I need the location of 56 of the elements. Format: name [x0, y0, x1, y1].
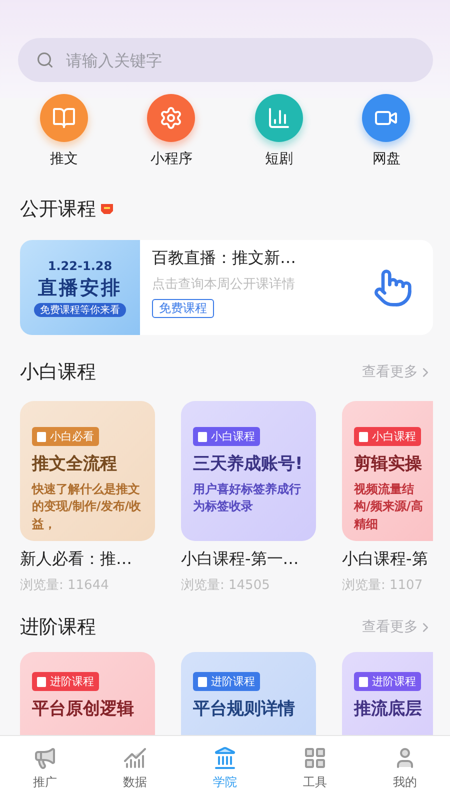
tab[interactable]: 工具: [270, 736, 360, 800]
course-description: 快速了解什么是推文的变现/制作/发布/收益，: [32, 481, 142, 533]
course-title: 小白课程-第一…: [181, 549, 300, 570]
free-tag: 免费课程: [152, 299, 214, 318]
view-count: 浏览量: 14505: [181, 577, 271, 594]
banner-note: 免费课程等你来看: [34, 302, 126, 316]
search-field[interactable]: 请输入关键字: [18, 38, 433, 82]
shortcut-button[interactable]: 网盘: [332, 94, 440, 168]
course-title: 新人必看：推…: [20, 549, 133, 570]
course-title: 百教直播：推文新…: [152, 248, 297, 269]
pointing-hand-icon: [373, 268, 413, 308]
view-count: 浏览量: 1107: [342, 577, 424, 594]
view-count: 浏览量: 11644: [20, 577, 110, 594]
course-tag: 进阶课程: [32, 672, 99, 691]
banner-dates: 1.22-1.28: [48, 258, 112, 272]
course-headline: 推流底层: [354, 698, 423, 720]
grid-icon: [303, 746, 327, 770]
course-card[interactable]: 小白必看 推文全流程 快速了解什么是推文的变现/制作/发布/收益，: [20, 401, 155, 541]
section-title: 公开课程: [20, 197, 96, 222]
course-tag: 小白必看: [32, 427, 99, 446]
course-subtitle: 点击查询本周公开课详情: [152, 276, 296, 293]
bar-chart-icon: [266, 106, 291, 130]
course-card[interactable]: 进阶课程 推流底层: [342, 652, 433, 735]
gear-icon: [159, 106, 184, 130]
course-card[interactable]: 小白课程 三天养成账号! 用户喜好标签养成行为标签收录: [181, 401, 316, 541]
course-card[interactable]: 进阶课程 平台规则详情: [181, 652, 316, 735]
section-title: 小白课程: [20, 360, 96, 385]
section-title: 进阶课程: [20, 615, 96, 640]
live-course-card[interactable]: 1.22-1.28 直播安排 免费课程等你来看 百教直播：推文新… 点击查询本周公开课详情 免费课程: [20, 240, 433, 335]
course-headline: 平台规则详情: [193, 698, 296, 720]
course-description: 用户喜好标签养成行为标签收录: [193, 481, 302, 516]
course-card[interactable]: 进阶课程 平台原创逻辑: [20, 652, 155, 735]
course-headline: 剪辑实操: [354, 453, 423, 475]
course-title: 小白课程-第: [342, 549, 429, 570]
course-tag: 小白课程: [354, 427, 421, 446]
course-tag: 进阶课程: [193, 672, 260, 691]
course-card[interactable]: 小白课程 剪辑实操 视频流量结构/频来源/高精细: [342, 401, 433, 541]
course-tag: 进阶课程: [354, 672, 421, 691]
tab[interactable]: 数据: [90, 736, 180, 800]
tab[interactable]: 我的: [360, 736, 450, 800]
chart-icon: [123, 746, 147, 770]
megaphone-icon: [33, 746, 57, 770]
tab[interactable]: 推广: [0, 736, 90, 800]
banner-headline: 直播安排: [38, 276, 122, 300]
course-description: 视频流量结构/频来源/高精细: [354, 481, 424, 533]
course-tag: 小白课程: [193, 427, 260, 446]
shortcut-button[interactable]: 小程序: [118, 94, 225, 168]
course-headline: 三天养成账号!: [193, 453, 304, 475]
building-icon: [213, 746, 237, 770]
shortcut-button[interactable]: 短剧: [225, 94, 332, 168]
course-headline: 推文全流程: [32, 453, 118, 475]
ribbon-icon: [100, 203, 114, 215]
course-headline: 平台原创逻辑: [32, 698, 135, 720]
search-icon: [36, 51, 54, 69]
shortcut-button[interactable]: 推文: [10, 94, 118, 168]
search-input[interactable]: 请输入关键字: [64, 50, 415, 70]
